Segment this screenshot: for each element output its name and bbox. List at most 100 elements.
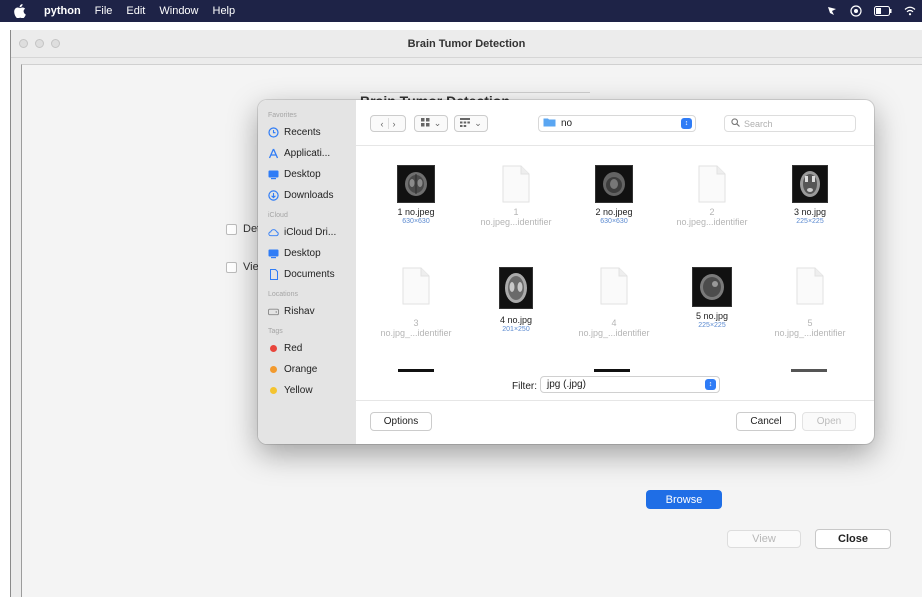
file-name: 5 no.jpg [695,311,729,321]
location-popup[interactable]: no ↕ [538,115,696,132]
file-name: 4 no.jpg [499,315,533,325]
document-icon [501,165,531,203]
sidebar-item-label: Orange [284,364,318,375]
sidebar-item-label: Recents [284,127,321,138]
file-item-4-identifier[interactable]: 4 no.jpg_...identifier [564,267,664,338]
zoom-window-button[interactable] [51,39,60,48]
file-item-5-no-jpg[interactable]: 5 no.jpg 225×225 [662,267,762,329]
sidebar-item-label: Red [284,343,303,354]
folder-icon [543,117,556,130]
chevron-right-icon[interactable]: › [393,119,396,129]
nav-back-forward[interactable]: ‹ › [370,115,406,132]
sidebar-item-desktop[interactable]: Desktop [258,164,356,185]
file-item-2-no-jpeg[interactable]: 2 no.jpeg 630×630 [564,165,664,225]
sidebar-item-icloud-drive[interactable]: iCloud Dri... [258,222,356,243]
file-name: 3 no.jpg [793,207,827,217]
group-button[interactable]: ⌄ [454,115,488,132]
sidebar-item-rishav[interactable]: Rishav [258,301,356,322]
sidebar-item-tag-orange[interactable]: Orange [258,359,356,380]
menu-help[interactable]: Help [213,5,236,17]
open-button[interactable]: Open [802,412,856,431]
search-field[interactable]: Search [724,115,856,132]
file-dimensions: 201×250 [502,326,530,333]
chevron-left-icon[interactable]: ‹ [381,119,384,129]
close-window-button[interactable] [19,39,28,48]
icloud-heading: iCloud [268,212,288,219]
search-placeholder: Search [744,118,773,129]
window-titlebar[interactable]: Brain Tumor Detection [11,30,922,58]
document-icon [268,269,279,280]
dialog-sidebar: Favorites Recents Applicati... Desktop D… [258,100,356,444]
menu-edit[interactable]: Edit [126,5,145,17]
chevron-down-icon: ⌄ [474,118,482,128]
status-record-icon[interactable] [850,5,862,17]
sidebar-item-label: Documents [284,269,335,280]
file-item-3-identifier[interactable]: 3 no.jpg_...identifier [366,267,466,338]
file-item-4-no-jpg[interactable]: 4 no.jpg 201×250 [466,267,566,333]
filter-bar: Filter: jpg (.jpg) ↕ [356,372,874,400]
view-mode-button[interactable]: ⌄ [414,115,448,132]
sidebar-item-label: Rishav [284,306,315,317]
detect-checkbox-box[interactable] [226,223,237,235]
minimize-window-button[interactable] [35,39,44,48]
sidebar-item-tag-red[interactable]: Red [258,338,356,359]
file-name: 2 [709,207,715,217]
sidebar-item-label: Yellow [284,385,313,396]
view-checkbox-box[interactable] [226,261,237,273]
browse-button[interactable]: Browse [646,490,722,509]
sidebar-item-documents[interactable]: Documents [258,264,356,285]
menu-window[interactable]: Window [159,5,198,17]
file-name-suffix: no.jpeg...identifier [480,217,552,227]
sidebar-item-recents[interactable]: Recents [258,122,356,143]
location-stepper-icon[interactable]: ↕ [681,118,692,129]
file-name-suffix: no.jpg_...identifier [380,328,452,338]
filter-label: Filter: [512,380,537,392]
document-icon [795,267,825,305]
apple-icon[interactable] [14,4,30,18]
file-item-1-identifier[interactable]: 1 no.jpeg...identifier [466,165,566,227]
dialog-toolbar: ‹ › ⌄ ⌄ no ↕ Search [356,100,874,146]
sidebar-item-icloud-desktop[interactable]: Desktop [258,243,356,264]
filter-value: jpg (.jpg) [547,379,586,390]
menu-file[interactable]: File [95,5,113,17]
document-icon [697,165,727,203]
file-dimensions: 225×225 [796,218,824,225]
applications-icon [268,148,279,159]
menu-app-name[interactable]: python [44,5,81,17]
filter-select[interactable]: jpg (.jpg) ↕ [540,376,720,393]
menu-bar: python File Edit Window Help [0,0,922,22]
brain-scan-thumbnail [792,165,828,203]
file-item-3-no-jpg[interactable]: 3 no.jpg 225×225 [760,165,860,225]
drive-icon [268,306,279,317]
sidebar-item-downloads[interactable]: Downloads [258,185,356,206]
group-grid-icon [460,118,471,129]
file-item-5-identifier[interactable]: 5 no.jpg_...identifier [760,267,860,338]
battery-icon[interactable] [874,6,892,16]
brain-scan-thumbnail [397,165,435,203]
file-dimensions: 225×225 [698,322,726,329]
sidebar-item-applications[interactable]: Applicati... [258,143,356,164]
file-grid: 1 no.jpeg 630×630 1 no.jpeg...identifier… [356,147,874,372]
window-controls [19,39,60,48]
cancel-button[interactable]: Cancel [736,412,796,431]
file-item-1-no-jpeg[interactable]: 1 no.jpeg 630×630 [366,165,466,225]
document-icon [599,267,629,305]
filter-stepper-icon[interactable]: ↕ [705,379,716,390]
view-button[interactable]: View [727,530,801,548]
brain-scan-thumbnail [499,267,533,309]
search-icon [731,118,740,129]
download-icon [268,190,279,201]
status-extension-icon[interactable] [826,5,838,17]
file-name: 5 [807,318,813,328]
sidebar-item-label: Downloads [284,190,334,201]
options-button[interactable]: Options [370,412,432,431]
file-item-2-identifier[interactable]: 2 no.jpeg...identifier [662,165,762,227]
wifi-icon[interactable] [904,6,916,16]
file-dimensions: 630×630 [402,218,430,225]
orange-tag-icon [270,366,277,373]
location-name: no [561,118,573,129]
locations-heading: Locations [268,291,298,298]
sidebar-item-tag-yellow[interactable]: Yellow [258,380,356,401]
close-button[interactable]: Close [815,529,891,549]
file-name: 4 [611,318,617,328]
